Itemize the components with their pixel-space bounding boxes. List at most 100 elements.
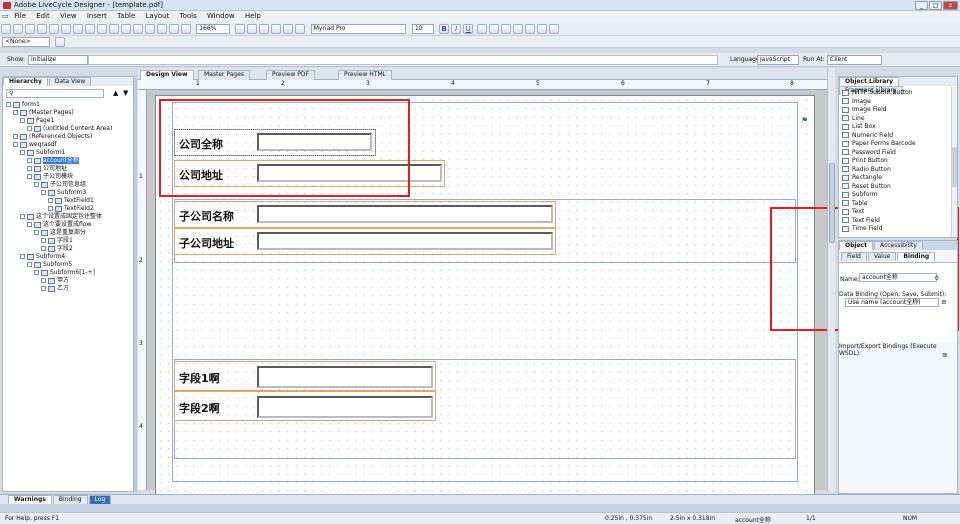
- move-down-icon[interactable]: ▼: [123, 89, 128, 97]
- menu-insert[interactable]: Insert: [83, 11, 111, 20]
- field-sub-name-input[interactable]: [257, 205, 553, 223]
- zoom-out-icon[interactable]: [181, 24, 191, 34]
- tree-item[interactable]: (Master Pages): [6, 109, 132, 117]
- align-middle-icon[interactable]: [537, 24, 548, 34]
- language-select[interactable]: JavaScript: [757, 55, 799, 65]
- expand-icon[interactable]: [13, 110, 18, 115]
- tree-item[interactable]: TextField2: [6, 205, 132, 213]
- menu-tools[interactable]: Tools: [176, 11, 201, 20]
- tab-warnings[interactable]: Warnings: [8, 495, 52, 504]
- expand-icon[interactable]: [41, 190, 46, 195]
- tab-data-view[interactable]: Data View: [48, 77, 92, 86]
- menu-help[interactable]: Help: [241, 11, 265, 20]
- tree-item[interactable]: account全称: [6, 157, 132, 165]
- save-icon[interactable]: [25, 24, 35, 34]
- snap-icon[interactable]: [133, 24, 143, 34]
- tree-item[interactable]: 子公司信息组: [6, 181, 132, 189]
- field-sub-address-input[interactable]: [257, 232, 553, 250]
- subtab-field[interactable]: Field: [841, 252, 867, 261]
- expand-icon[interactable]: [48, 198, 53, 203]
- script-editor-input[interactable]: [88, 55, 718, 65]
- font-size-select[interactable]: 10: [411, 24, 434, 34]
- library-item[interactable]: Paper Forms Barcode: [842, 140, 950, 149]
- tree-item[interactable]: (untitled Content Area): [6, 125, 132, 133]
- hierarchy-search-input[interactable]: ⚲: [6, 89, 104, 98]
- expand-icon[interactable]: [48, 206, 53, 211]
- tree-item[interactable]: weqrasdf: [6, 141, 132, 149]
- library-item[interactable]: Image Field: [842, 106, 950, 115]
- tree-item[interactable]: Subform3: [6, 189, 132, 197]
- fit-page-icon[interactable]: [157, 24, 167, 34]
- tab-accessibility[interactable]: Accessibility: [873, 241, 923, 250]
- expand-icon[interactable]: [34, 182, 39, 187]
- library-item[interactable]: Radio Button: [842, 166, 950, 175]
- expand-icon[interactable]: [41, 278, 46, 283]
- paste-icon[interactable]: [73, 24, 83, 34]
- align-right-icon[interactable]: [501, 24, 512, 34]
- expand-icon[interactable]: [41, 238, 46, 243]
- justify-icon[interactable]: [513, 24, 524, 34]
- tree-item[interactable]: (Referenced Objects): [6, 133, 132, 141]
- field-2-input[interactable]: [257, 396, 433, 418]
- tree-item[interactable]: Page1: [6, 117, 132, 125]
- library-item[interactable]: Image: [842, 98, 950, 107]
- library-item[interactable]: Text Field: [842, 217, 950, 226]
- expand-icon[interactable]: [6, 102, 11, 107]
- preview-icon[interactable]: [271, 24, 282, 34]
- underline-button[interactable]: U: [463, 24, 474, 34]
- field-sub-name[interactable]: 子公司名称: [174, 201, 556, 228]
- tree-item[interactable]: Subform6[1-+]: [6, 269, 132, 277]
- tab-preview-html[interactable]: Preview HTML: [338, 70, 392, 80]
- form-icon[interactable]: [259, 24, 270, 34]
- library-item[interactable]: Table: [842, 200, 950, 209]
- align-left-icon[interactable]: [477, 24, 488, 34]
- check-icon[interactable]: [283, 24, 294, 34]
- field-1-input[interactable]: [257, 366, 433, 388]
- expand-icon[interactable]: [27, 174, 32, 179]
- expand-icon[interactable]: [13, 142, 18, 147]
- zoom-select[interactable]: 166%: [196, 24, 231, 34]
- binding-menu-icon[interactable]: ≡: [941, 298, 947, 306]
- tree-item[interactable]: 这个设置成固定包住整体: [6, 213, 132, 221]
- table-icon[interactable]: [247, 24, 258, 34]
- expand-icon[interactable]: [20, 254, 25, 259]
- name-input[interactable]: account全称: [859, 273, 937, 282]
- expand-icon[interactable]: [20, 150, 25, 155]
- library-item[interactable]: Line: [842, 115, 950, 124]
- tree-item[interactable]: 子公司模块: [6, 173, 132, 181]
- scrollbar-thumb[interactable]: [829, 163, 835, 243]
- find-icon[interactable]: [109, 24, 119, 34]
- new-icon[interactable]: [1, 24, 11, 34]
- library-item[interactable]: List Box: [842, 123, 950, 132]
- library-scrollbar[interactable]: [951, 87, 957, 237]
- undo-icon[interactable]: [85, 24, 95, 34]
- grid-icon[interactable]: [121, 24, 131, 34]
- tree-item[interactable]: 字段1: [6, 237, 132, 245]
- align-bottom-icon[interactable]: [549, 24, 560, 34]
- library-item[interactable]: Text: [842, 208, 950, 217]
- tab-hierarchy[interactable]: Hierarchy: [3, 77, 48, 86]
- tab-object-library[interactable]: Object Library: [839, 77, 900, 86]
- align-center-icon[interactable]: [489, 24, 500, 34]
- canvas-scrollbar[interactable]: [827, 68, 835, 492]
- font-select[interactable]: Myriad Pro: [310, 24, 406, 34]
- data-binding-input[interactable]: Use name (account全称): [845, 298, 939, 307]
- left-splitter[interactable]: [134, 76, 137, 492]
- expand-icon[interactable]: [41, 286, 46, 291]
- menu-table[interactable]: Table: [113, 11, 139, 20]
- expand-icon[interactable]: [34, 270, 39, 275]
- expand-icon[interactable]: [13, 134, 18, 139]
- expand-icon[interactable]: [27, 166, 32, 171]
- expand-icon[interactable]: [27, 262, 32, 267]
- tab-object[interactable]: Object: [839, 241, 873, 250]
- tree-item[interactable]: Subform4: [6, 253, 132, 261]
- tab-design-view[interactable]: Design View: [140, 70, 194, 80]
- copy-icon[interactable]: [61, 24, 71, 34]
- style-apply-icon[interactable]: [55, 37, 66, 47]
- redo-icon[interactable]: [97, 24, 107, 34]
- library-item[interactable]: Time Field: [842, 225, 950, 234]
- show-event-select[interactable]: initialize: [28, 55, 88, 65]
- library-item[interactable]: Password Field: [842, 149, 950, 158]
- field-icon[interactable]: [295, 24, 306, 34]
- tree-item[interactable]: 公司地址: [6, 165, 132, 173]
